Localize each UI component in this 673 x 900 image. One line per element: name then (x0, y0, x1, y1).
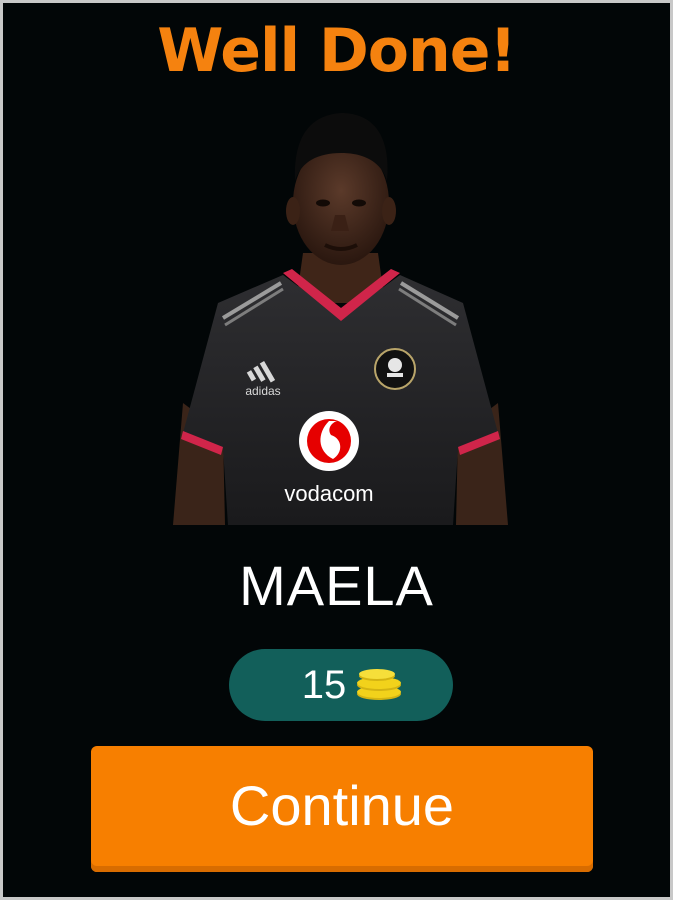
game-screen: Well Done! adidas vodacom MAELA 15 Conti… (3, 3, 670, 897)
continue-button-label: Continue (229, 774, 455, 837)
player-name: MAELA (239, 554, 434, 617)
club-crest (374, 348, 416, 390)
continue-button[interactable]: Continue (91, 746, 593, 872)
svg-text:vodacom: vodacom (284, 481, 373, 506)
result-title: Well Done! (157, 16, 517, 86)
svg-text:adidas: adidas (245, 384, 280, 398)
coin-reward-badge: 15 (229, 649, 453, 721)
coin-count: 15 (301, 663, 347, 707)
device-frame: Well Done! adidas vodacom MAELA 15 Conti… (0, 0, 673, 900)
coin-stack-icon (353, 667, 405, 703)
player-photo: adidas vodacom (163, 103, 518, 525)
